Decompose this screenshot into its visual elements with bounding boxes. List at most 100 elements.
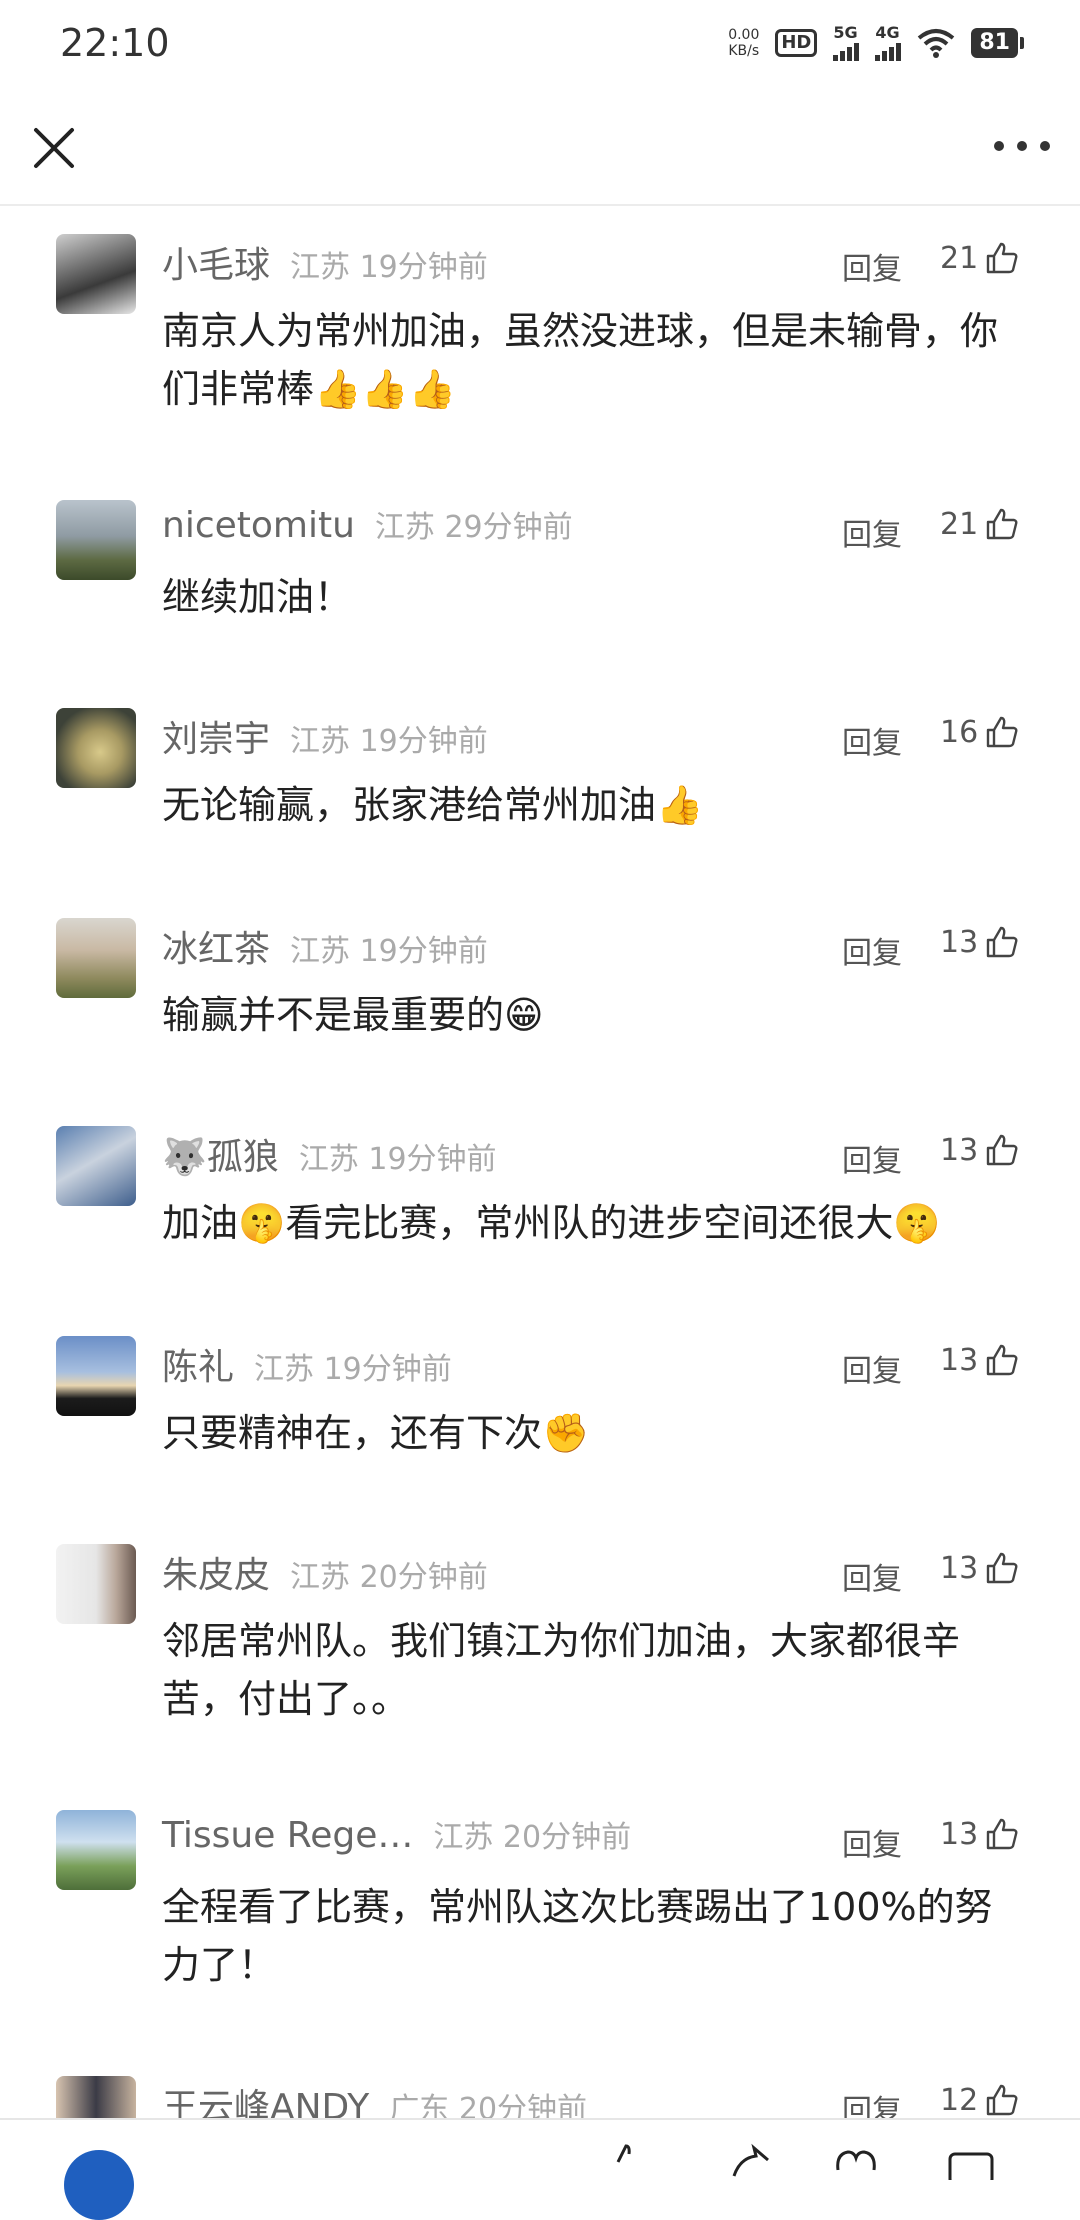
reply-button[interactable]: 回复 xyxy=(842,718,902,762)
reply-button[interactable]: 回复 xyxy=(842,1554,902,1598)
comment-text: 全程看了比赛，常州队这次比赛踢出了100%的努力了！ xyxy=(162,1885,993,1987)
signal-4g-label: 4G xyxy=(875,23,900,42)
like-button[interactable]: 13 xyxy=(940,924,1020,960)
comment-header: 刘崇宇 江苏 19分钟前 xyxy=(162,710,488,770)
comment-header: Tissue Rege… 江苏 20分钟前 xyxy=(162,1812,631,1872)
like-count: 21 xyxy=(940,240,979,276)
username[interactable]: 朱皮皮 xyxy=(162,1546,270,1598)
comment-item: 冰红茶 江苏 19分钟前 回复 13 输赢并不是最重要的😁 xyxy=(0,890,1080,1098)
like-count: 13 xyxy=(940,1132,979,1168)
username[interactable]: 陈礼 xyxy=(162,1338,234,1390)
reply-button[interactable]: 回复 xyxy=(842,1136,902,1180)
comment-item: 王云峰ANDY 广东 20分钟前 回复 12 xyxy=(0,2048,1080,2118)
reply-button[interactable]: 回复 xyxy=(842,244,902,288)
reply-button[interactable]: 回复 xyxy=(842,1820,902,1864)
avatar[interactable] xyxy=(56,1810,136,1890)
like-button[interactable]: 16 xyxy=(940,714,1020,750)
wifi-icon xyxy=(918,29,955,58)
signal-5g-label: 5G xyxy=(833,23,858,42)
comment-text: 只要精神在，还有下次✊ xyxy=(162,1411,590,1455)
reply-button[interactable]: 回复 xyxy=(842,928,902,972)
username[interactable]: 刘崇宇 xyxy=(162,710,270,762)
comment-text: 邻居常州队。我们镇江为你们加油，大家都很辛苦，付出了。。 xyxy=(162,1619,961,1721)
like-count: 13 xyxy=(940,1342,979,1378)
username[interactable]: nicetomitu xyxy=(162,505,355,546)
thumbs-up-icon[interactable] xyxy=(600,2140,656,2180)
thumbs-up-icon xyxy=(986,926,1018,958)
like-button[interactable]: 13 xyxy=(940,1816,1020,1852)
like-button[interactable]: 13 xyxy=(940,1342,1020,1378)
avatar[interactable] xyxy=(56,1544,136,1624)
username[interactable]: 冰红茶 xyxy=(162,920,270,972)
username[interactable]: 王云峰ANDY xyxy=(162,2078,369,2118)
close-button[interactable] xyxy=(30,124,78,172)
avatar[interactable] xyxy=(56,1336,136,1416)
like-count: 12 xyxy=(940,2082,979,2118)
like-count: 13 xyxy=(940,924,979,960)
more-dot xyxy=(1040,141,1050,151)
heart-icon[interactable] xyxy=(828,2140,884,2180)
username[interactable]: Tissue Rege… xyxy=(162,1815,413,1856)
like-count: 13 xyxy=(940,1550,979,1586)
more-button[interactable] xyxy=(994,130,1050,162)
comment-header: 王云峰ANDY 广东 20分钟前 xyxy=(162,2078,587,2118)
comment-item: 刘崇宇 江苏 19分钟前 回复 16 无论输赢，张家港给常州加油👍 xyxy=(0,680,1080,890)
avatar[interactable] xyxy=(56,500,136,580)
avatar[interactable] xyxy=(56,918,136,998)
signal-4g-icon: 4G xyxy=(875,23,902,61)
region: 江苏 xyxy=(290,250,351,285)
reply-button[interactable]: 回复 xyxy=(842,510,902,554)
thumbs-up-icon xyxy=(986,1134,1018,1166)
comment-header: 陈礼 江苏 19分钟前 xyxy=(162,1338,452,1398)
thumbs-up-icon xyxy=(986,1344,1018,1376)
comment-item: 🐺孤狼 江苏 19分钟前 回复 13 加油🤫看完比赛，常州队的进步空间还很大🤫 xyxy=(0,1098,1080,1308)
user-avatar[interactable] xyxy=(64,2150,134,2220)
username[interactable]: 小毛球 xyxy=(162,236,270,288)
status-bar: 22:10 0.00 KB/s HD 5G 4G 81 xyxy=(0,0,1080,86)
battery-icon: 81 xyxy=(971,28,1024,58)
network-speed-value: 0.00 xyxy=(728,27,760,43)
comment-text: 继续加油！ xyxy=(162,575,353,619)
comment-header: 小毛球 江苏 19分钟前 xyxy=(162,236,488,296)
comment-header: 朱皮皮 江苏 20分钟前 xyxy=(162,1546,488,1606)
reply-button[interactable]: 回复 xyxy=(842,1346,902,1390)
signal-5g-icon: 5G xyxy=(833,23,860,61)
comment-icon[interactable] xyxy=(944,2140,1000,2180)
like-button[interactable]: 13 xyxy=(940,1132,1020,1168)
close-icon xyxy=(34,128,74,168)
timestamp: 19分钟前 xyxy=(359,934,488,969)
network-speed: 0.00 KB/s xyxy=(728,27,759,59)
like-button[interactable]: 21 xyxy=(940,506,1020,542)
comment-item: 朱皮皮 江苏 20分钟前 回复 13 邻居常州队。我们镇江为你们加油，大家都很辛… xyxy=(0,1516,1080,1782)
like-button[interactable]: 12 xyxy=(940,2082,1020,2118)
comment-text: 加油🤫看完比赛，常州队的进步空间还很大🤫 xyxy=(162,1201,941,1245)
network-speed-unit: KB/s xyxy=(728,43,760,59)
comment-text: 南京人为常州加油，虽然没进球，但是未输骨，你们非常棒👍👍👍 xyxy=(162,309,999,411)
hd-voice-icon: HD xyxy=(775,29,818,57)
avatar[interactable] xyxy=(56,234,136,314)
comment-header: 冰红茶 江苏 19分钟前 xyxy=(162,920,488,980)
more-dot xyxy=(1017,141,1027,151)
region: 广东 xyxy=(389,2092,450,2118)
timestamp: 19分钟前 xyxy=(368,1142,497,1177)
avatar[interactable] xyxy=(56,1126,136,1206)
comment-item: 小毛球 江苏 19分钟前 回复 21 南京人为常州加油，虽然没进球，但是未输骨，… xyxy=(0,206,1080,472)
username[interactable]: 🐺孤狼 xyxy=(162,1128,279,1180)
clock: 22:10 xyxy=(60,21,170,65)
reply-button[interactable]: 回复 xyxy=(842,2086,902,2118)
comment-text: 无论输赢，张家港给常州加油👍 xyxy=(162,783,704,827)
region: 江苏 xyxy=(298,1142,359,1177)
timestamp: 20分钟前 xyxy=(359,1560,488,1595)
like-button[interactable]: 21 xyxy=(940,240,1020,276)
like-button[interactable]: 13 xyxy=(940,1550,1020,1586)
timestamp: 20分钟前 xyxy=(458,2092,588,2118)
share-icon[interactable] xyxy=(718,2140,774,2180)
avatar[interactable] xyxy=(56,2076,136,2118)
region: 江苏 xyxy=(374,510,435,545)
comment-list[interactable]: 小毛球 江苏 19分钟前 回复 21 南京人为常州加油，虽然没进球，但是未输骨，… xyxy=(0,206,1080,2118)
status-icons: 0.00 KB/s HD 5G 4G 81 xyxy=(728,23,1024,61)
comment-item: nicetomitu 江苏 29分钟前 回复 21 继续加油！ xyxy=(0,472,1080,680)
like-count: 21 xyxy=(940,506,979,542)
comment-header: 🐺孤狼 江苏 19分钟前 xyxy=(162,1128,497,1188)
avatar[interactable] xyxy=(56,708,136,788)
